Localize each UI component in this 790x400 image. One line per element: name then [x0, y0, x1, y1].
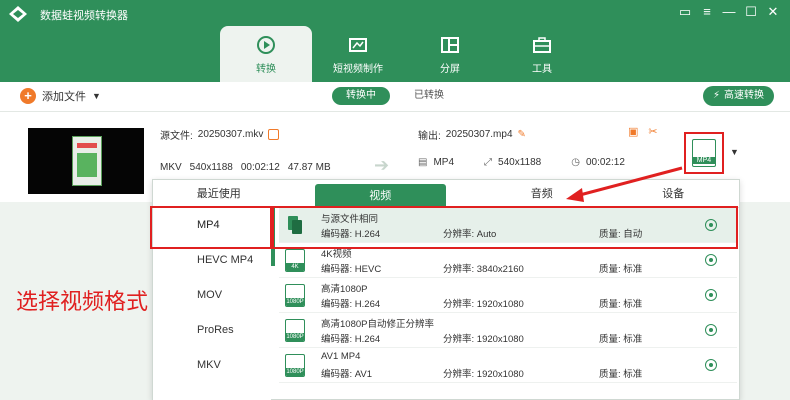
- thumbnail-content: [72, 136, 102, 186]
- annotation-text: 选择视频格式: [16, 290, 149, 315]
- main-tabs: 转换 短视频制作 分屏 工具: [220, 26, 588, 82]
- source-meta: MKV 540x1188 00:02:12 47.87 MB: [160, 162, 331, 173]
- preset-quality: 质量: 标准: [599, 369, 643, 380]
- gear-icon[interactable]: [705, 359, 717, 371]
- subtitle-icon[interactable]: ▣: [628, 125, 638, 138]
- converted-tab[interactable]: 已转换: [400, 87, 458, 105]
- split-icon: [441, 36, 459, 53]
- source-label: 源文件:: [160, 131, 193, 142]
- tab-recent[interactable]: 最近使用: [153, 180, 285, 207]
- app-title: 数据蛙视频转换器: [40, 10, 128, 22]
- video-icon: [349, 37, 367, 52]
- highlight-box-format: [150, 206, 272, 249]
- film-icon: ▤: [418, 157, 428, 168]
- conversion-status-toggle: 转换中 已转换: [332, 87, 458, 105]
- title-bar: 数据蛙视频转换器 ▭ ≡ — ☐ ✕ 转换 短视频制作 分屏 工具: [0, 0, 790, 82]
- preset-quality: 质量: 标准: [599, 334, 643, 345]
- resize-icon: ⤢: [484, 157, 493, 168]
- gear-icon[interactable]: [705, 324, 717, 336]
- format-item-mov[interactable]: MOV: [153, 278, 271, 313]
- minimize-icon[interactable]: —: [722, 4, 736, 20]
- source-resolution: 540x1188: [189, 162, 233, 173]
- converting-tab[interactable]: 转换中: [332, 87, 390, 105]
- preset-encoder: 编码器: H.264: [321, 299, 381, 310]
- output-name-value: 20250307.mp4: [445, 129, 513, 140]
- app-logo-icon: [9, 6, 27, 22]
- preset-encoder: 编码器: HEVC: [321, 264, 382, 275]
- arrow-right-icon: ➔: [374, 155, 390, 175]
- format-item-mkv[interactable]: MKV: [153, 348, 271, 383]
- preset-name: AV1 MP4: [321, 351, 361, 362]
- tab-label: 转换: [256, 63, 276, 75]
- chevron-down-icon[interactable]: ▼: [92, 91, 101, 101]
- preset-row[interactable]: 1080P 高清1080P 编码器: H.264 分辨率: 1920x1080 …: [279, 278, 737, 313]
- tab-label: 分屏: [440, 63, 460, 75]
- preset-resolution: 分辨率: 1920x1080: [443, 334, 524, 345]
- source-format: MKV: [160, 162, 182, 173]
- gear-icon[interactable]: [705, 254, 717, 266]
- plus-icon: +: [20, 88, 36, 104]
- tab-split-screen[interactable]: 分屏: [404, 26, 496, 82]
- feedback-icon[interactable]: ▭: [678, 4, 692, 20]
- info-icon[interactable]: [268, 129, 280, 140]
- preset-encoder: 编码器: H.264: [321, 334, 381, 345]
- output-format-button[interactable]: MP4: [684, 132, 724, 174]
- maximize-icon[interactable]: ☐: [744, 4, 758, 20]
- annotation-arrow-icon: [566, 166, 683, 202]
- video-1080p-icon: 1080P: [285, 354, 305, 377]
- fast-convert-button[interactable]: ⚡ 高速转换: [702, 86, 774, 106]
- video-1080p-icon: 1080P: [285, 319, 305, 342]
- preset-row[interactable]: 1080P AV1 MP4 编码器: AV1 分辨率: 1920x1080 质量…: [279, 348, 737, 383]
- preset-name: 高清1080P自动修正分辨率: [321, 319, 434, 330]
- output-format: MP4: [433, 157, 455, 168]
- lightning-icon: ⚡: [712, 90, 720, 101]
- edit-icon[interactable]: ✎: [518, 129, 526, 140]
- output-actions: ▣ ✂: [628, 125, 658, 138]
- video-1080p-icon: 1080P: [285, 284, 305, 307]
- tab-label: 工具: [532, 63, 552, 75]
- toolbar: + 添加文件 ▼ 转换中 已转换 ⚡ 高速转换: [0, 82, 790, 112]
- tab-short-video[interactable]: 短视频制作: [312, 26, 404, 82]
- output-resolution: 540x1188: [498, 157, 542, 168]
- tab-video[interactable]: 视频: [314, 184, 446, 207]
- menu-icon[interactable]: ≡: [700, 4, 714, 20]
- video-thumbnail[interactable]: [28, 128, 144, 194]
- format-badge: MP4: [693, 157, 715, 164]
- source-duration: 00:02:12: [240, 162, 280, 173]
- preset-quality: 质量: 标准: [599, 264, 643, 275]
- cut-icon[interactable]: ✂: [648, 125, 657, 138]
- preset-resolution: 分辨率: 1920x1080: [443, 299, 524, 310]
- preset-name: 高清1080P: [321, 284, 368, 295]
- source-name-value: 20250307.mkv: [197, 129, 264, 140]
- add-file-button[interactable]: + 添加文件 ▼: [20, 88, 101, 104]
- close-icon[interactable]: ✕: [766, 4, 780, 20]
- tab-label: 短视频制作: [333, 63, 383, 75]
- preset-resolution: 分辨率: 1920x1080: [443, 369, 524, 380]
- tab-tools[interactable]: 工具: [496, 26, 588, 82]
- window-controls: ▭ ≡ — ☐ ✕: [678, 4, 780, 20]
- toolbox-icon: [533, 36, 551, 53]
- source-file-name: 源文件: 20250307.mkv: [160, 127, 280, 142]
- chevron-down-icon[interactable]: ▼: [730, 147, 739, 157]
- tab-convert[interactable]: 转换: [220, 26, 312, 82]
- convert-icon: [257, 35, 275, 54]
- output-label: 输出:: [418, 131, 441, 142]
- format-item-prores[interactable]: ProRes: [153, 313, 271, 348]
- output-resolution-item: ⤢ 540x1188: [484, 157, 541, 168]
- preset-quality: 质量: 标准: [599, 299, 643, 310]
- add-file-label: 添加文件: [42, 91, 86, 103]
- preset-resolution: 分辨率: 3840x2160: [443, 264, 524, 275]
- preset-encoder: 编码器: AV1: [321, 369, 373, 380]
- gear-icon[interactable]: [705, 289, 717, 301]
- video-4k-icon: 4K: [285, 249, 305, 272]
- output-format-item: ▤ MP4: [418, 157, 454, 168]
- preset-row[interactable]: 1080P 高清1080P自动修正分辨率 编码器: H.264 分辨率: 192…: [279, 313, 737, 348]
- source-size: 47.87 MB: [287, 162, 331, 173]
- fast-convert-label: 高速转换: [724, 90, 764, 101]
- mp4-format-icon: MP4: [692, 139, 716, 167]
- output-file-name: 输出: 20250307.mp4 ✎: [418, 127, 526, 142]
- highlight-box-preset: [272, 206, 738, 249]
